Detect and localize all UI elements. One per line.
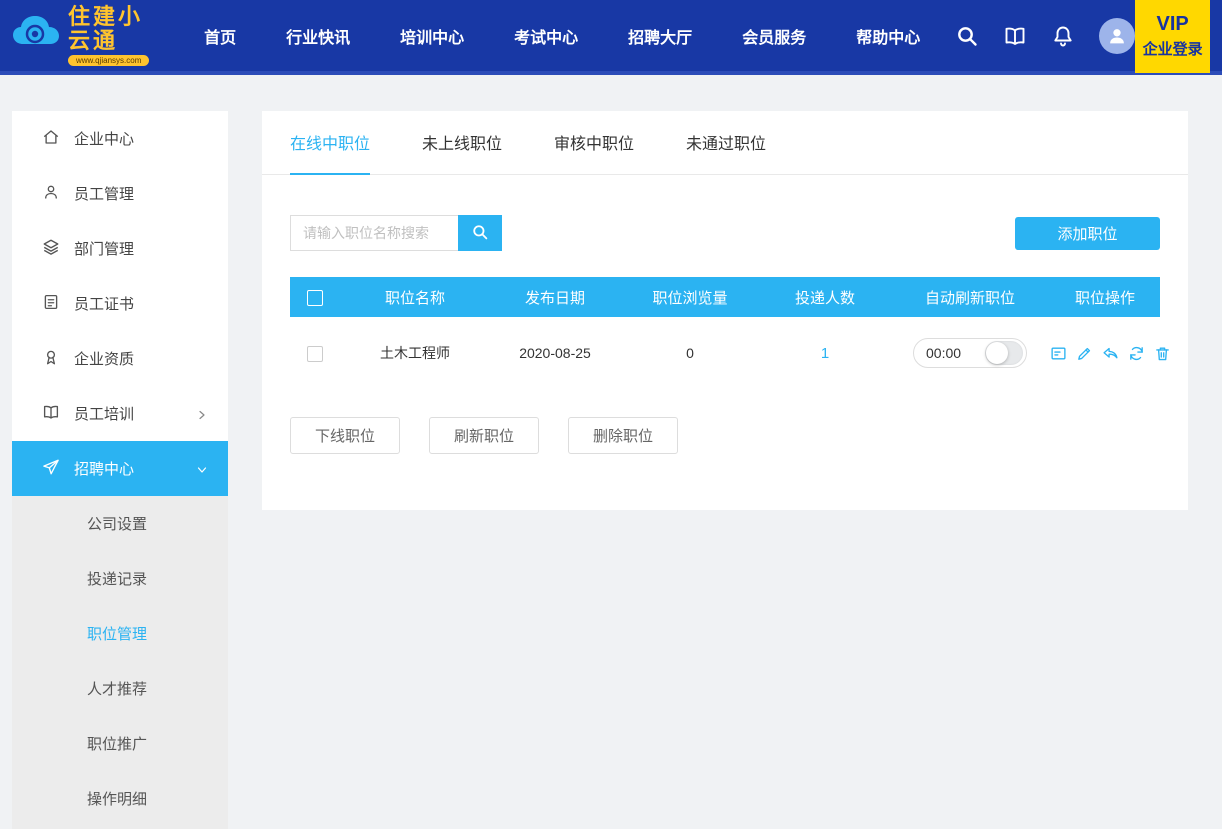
submenu-item-position-promotion[interactable]: 职位推广 [12, 716, 228, 771]
tab-online-positions[interactable]: 在线中职位 [290, 111, 370, 175]
logo-cloud-icon [10, 11, 62, 60]
col-publish-date: 发布日期 [490, 287, 620, 308]
main-content-card: 在线中职位 未上线职位 审核中职位 未通过职位 添加职位 职位名称 发布日期 职… [262, 111, 1188, 510]
toggle-knob [986, 342, 1008, 364]
sidebar: 企业中心 员工管理 部门管理 员工证书 企业资质 [12, 111, 228, 829]
table-row: 土木工程师 2020-08-25 0 1 00:00 [290, 317, 1160, 389]
top-header: 住建小云通 www.qjiansys.com 首页 行业快讯 培训中心 考试中心… [0, 0, 1222, 75]
sidebar-item-label: 招聘中心 [74, 458, 134, 479]
search-box [290, 215, 502, 251]
sidebar-item-employee-management[interactable]: 员工管理 [12, 166, 228, 221]
nav-item-recruitment-hall[interactable]: 招聘大厅 [603, 0, 717, 73]
nav-item-member-service[interactable]: 会员服务 [717, 0, 831, 73]
auto-refresh-toggle[interactable] [985, 341, 1023, 365]
certificate-icon [42, 293, 60, 315]
view-count: 0 [620, 345, 760, 361]
brand-title: 住建小云通 [68, 5, 151, 53]
auto-refresh-time-value: 00:00 [926, 345, 961, 361]
user-icon [42, 183, 60, 205]
row-action-icons [1050, 345, 1171, 362]
auto-refresh-time-control[interactable]: 00:00 [913, 338, 1027, 368]
user-avatar[interactable] [1099, 18, 1135, 54]
header-icons [955, 18, 1135, 54]
layers-icon [42, 238, 60, 260]
bell-icon[interactable] [1051, 24, 1075, 48]
col-operations: 职位操作 [1050, 287, 1160, 308]
tab-under-review-positions[interactable]: 审核中职位 [554, 111, 634, 175]
sidebar-item-label: 企业资质 [74, 348, 134, 369]
brand-text: 住建小云通 www.qjiansys.com [68, 5, 151, 66]
chevron-down-icon [196, 463, 208, 475]
row-checkbox[interactable] [307, 346, 323, 362]
refresh-icon[interactable] [1128, 345, 1145, 362]
recruitment-submenu: 公司设置 投递记录 职位管理 人才推荐 职位推广 操作明细 [12, 496, 228, 829]
brand-logo[interactable]: 住建小云通 www.qjiansys.com [0, 5, 151, 66]
applicant-count-link[interactable]: 1 [760, 345, 890, 362]
sidebar-item-employee-training[interactable]: 员工培训 [12, 386, 228, 441]
submenu-item-company-settings[interactable]: 公司设置 [12, 496, 228, 551]
offline-position-button[interactable]: 下线职位 [290, 417, 400, 454]
sidebar-item-recruitment-center[interactable]: 招聘中心 [12, 441, 228, 496]
nav-item-training-center[interactable]: 培训中心 [375, 0, 489, 73]
sidebar-item-label: 部门管理 [74, 238, 134, 259]
vip-login-button[interactable]: VIP 企业登录 [1135, 0, 1210, 73]
bulk-action-buttons: 下线职位 刷新职位 删除职位 [290, 417, 1160, 454]
training-book-icon [42, 403, 60, 425]
nav-item-industry-news[interactable]: 行业快讯 [261, 0, 375, 73]
col-views: 职位浏览量 [620, 287, 760, 308]
position-name: 土木工程师 [340, 343, 490, 363]
positions-table: 职位名称 发布日期 职位浏览量 投递人数 自动刷新职位 职位操作 土木工程师 2… [290, 277, 1160, 389]
submenu-item-talent-recommendation[interactable]: 人才推荐 [12, 661, 228, 716]
refresh-position-button[interactable]: 刷新职位 [429, 417, 539, 454]
sidebar-item-enterprise-center[interactable]: 企业中心 [12, 111, 228, 166]
submenu-item-operation-details[interactable]: 操作明细 [12, 771, 228, 826]
sidebar-item-employee-certificates[interactable]: 员工证书 [12, 276, 228, 331]
nav-item-exam-center[interactable]: 考试中心 [489, 0, 603, 73]
chevron-right-icon [196, 408, 208, 420]
tab-offline-positions[interactable]: 未上线职位 [422, 111, 502, 175]
nav-item-help-center[interactable]: 帮助中心 [831, 0, 945, 73]
paper-plane-icon [42, 458, 60, 480]
col-position-name: 职位名称 [340, 287, 490, 308]
sidebar-item-label: 企业中心 [74, 128, 134, 149]
col-applicants: 投递人数 [760, 287, 890, 308]
sidebar-item-department-management[interactable]: 部门管理 [12, 221, 228, 276]
sidebar-item-label: 员工证书 [74, 293, 134, 314]
toolbar: 添加职位 [290, 215, 1160, 251]
add-position-button[interactable]: 添加职位 [1015, 217, 1160, 250]
detail-card-icon[interactable] [1050, 345, 1067, 362]
position-tabs: 在线中职位 未上线职位 审核中职位 未通过职位 [262, 111, 1188, 175]
sidebar-item-label: 员工管理 [74, 183, 134, 204]
home-icon [42, 128, 60, 150]
col-auto-refresh: 自动刷新职位 [890, 287, 1050, 308]
sidebar-item-label: 员工培训 [74, 403, 134, 424]
book-icon[interactable] [1003, 24, 1027, 48]
delete-icon[interactable] [1154, 345, 1171, 362]
search-icon[interactable] [955, 24, 979, 48]
vip-enterprise-login-label: 企业登录 [1143, 38, 1203, 59]
search-icon [471, 223, 489, 244]
sidebar-item-enterprise-qualification[interactable]: 企业资质 [12, 331, 228, 386]
qualification-icon [42, 348, 60, 370]
vip-label: VIP [1156, 13, 1188, 36]
search-button[interactable] [458, 215, 502, 251]
edit-icon[interactable] [1076, 345, 1093, 362]
table-header-row: 职位名称 发布日期 职位浏览量 投递人数 自动刷新职位 职位操作 [290, 277, 1160, 317]
top-nav: 首页 行业快讯 培训中心 考试中心 招聘大厅 会员服务 帮助中心 [179, 0, 945, 73]
reply-arrow-icon[interactable] [1102, 345, 1119, 362]
brand-domain: www.qjiansys.com [68, 55, 149, 66]
nav-item-home[interactable]: 首页 [179, 0, 261, 73]
submenu-item-position-management[interactable]: 职位管理 [12, 606, 228, 661]
publish-date: 2020-08-25 [490, 345, 620, 361]
submenu-item-application-records[interactable]: 投递记录 [12, 551, 228, 606]
position-search-input[interactable] [290, 215, 458, 251]
delete-position-button[interactable]: 删除职位 [568, 417, 678, 454]
tab-rejected-positions[interactable]: 未通过职位 [686, 111, 766, 175]
select-all-checkbox[interactable] [307, 290, 323, 306]
